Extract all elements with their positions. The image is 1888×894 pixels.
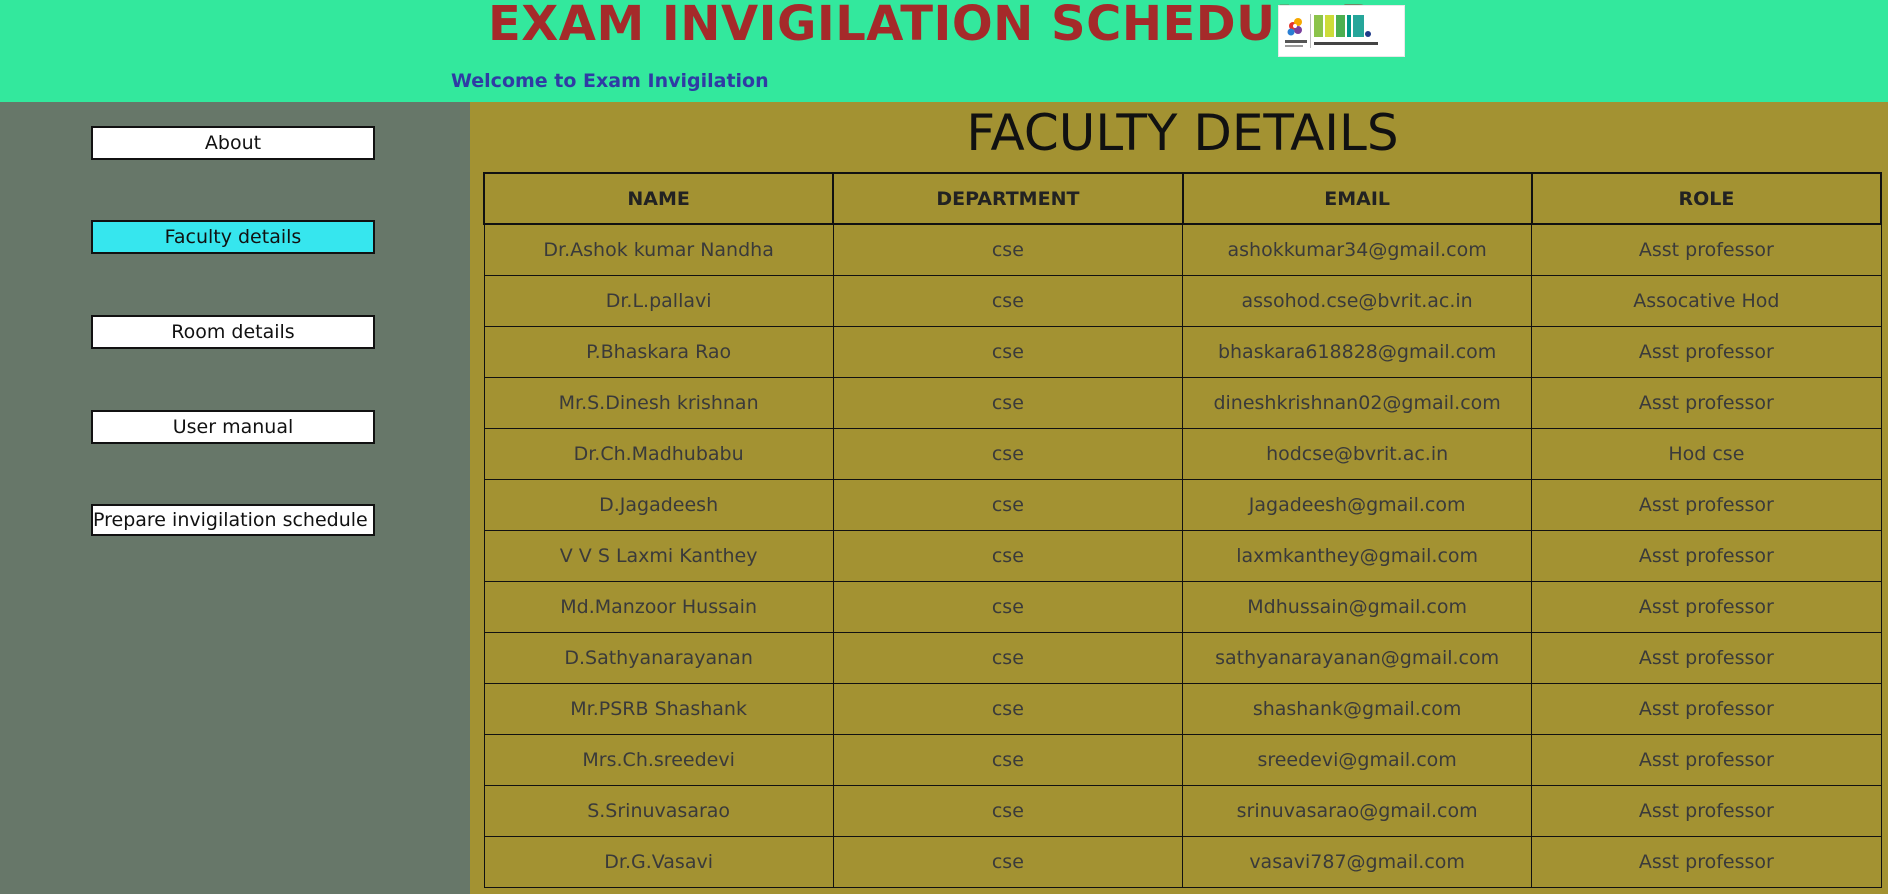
cell-email: laxmkanthey@gmail.com [1181,530,1533,582]
cell-name: Dr.Ch.Madhubabu [483,428,834,480]
column-header-role: ROLE [1530,172,1883,225]
cell-department: cse [832,785,1184,837]
table-row: D.Sathyanarayanan cse sathyanarayanan@gmai… [483,632,1882,684]
table-row: Mr.S.Dinesh krishnan cse dineshkrishnan02@… [483,377,1882,429]
table-row: Dr.G.Vasavi cse vasavi787@gmail.com Asst pr… [483,836,1882,888]
table-row: Mr.PSRB Shashank cse shashank@gmail.com Ass… [483,683,1882,735]
cell-email: ashokkumar34@gmail.com [1181,224,1533,276]
cell-name: Mr.S.Dinesh krishnan [483,377,834,429]
faculty-table: NAME DEPARTMENT EMAIL ROLE Dr.Ashok kuma… [482,172,1883,888]
cell-name: Mrs.Ch.sreedevi [483,734,834,786]
table-row: S.Srinuvasarao cse srinuvasarao@gmail.com A… [483,785,1882,837]
column-header-name: NAME [482,172,835,225]
table-row: Md.Manzoor Hussain cse Mdhussain@gmail.com… [483,581,1882,633]
nav-about-button[interactable]: About [91,126,375,160]
table-row: D.Jagadeesh cse Jagadeesh@gmail.com Asst pr… [483,479,1882,531]
nav-prepare-schedule-button[interactable]: Prepare invigilation schedule [91,504,375,536]
welcome-text: Welcome to Exam Invigilation [451,70,769,92]
cell-email: assohod.cse@bvrit.ac.in [1181,275,1533,327]
cell-department: cse [832,224,1184,276]
cell-name: P.Bhaskara Rao [483,326,834,378]
main-content: FACULTY DETAILS NAME DEPARTMENT EMAIL RO… [470,102,1888,894]
cell-role: Asst professor [1531,785,1882,837]
cell-name: V V S Laxmi Kanthey [483,530,834,582]
cell-role: Asst professor [1531,836,1882,888]
cell-department: cse [832,479,1184,531]
page-title: FACULTY DETAILS [966,104,1399,162]
cell-department: cse [832,275,1184,327]
cell-role: Asst professor [1531,479,1882,531]
bvrit-logo [1278,5,1405,57]
cell-role: Asst professor [1531,683,1882,735]
cell-department: cse [832,428,1184,480]
cell-name: Mr.PSRB Shashank [483,683,834,735]
cell-name: Dr.G.Vasavi [483,836,834,888]
faculty-table-body: Dr.Ashok kumar Nandha cse ashokkumar34@gma… [483,224,1882,888]
cell-name: D.Jagadeesh [483,479,834,531]
cell-email: vasavi787@gmail.com [1181,836,1533,888]
column-header-department: DEPARTMENT [832,172,1184,225]
cell-role: Asst professor [1531,581,1882,633]
cell-role: Asst professor [1531,377,1882,429]
cell-email: Mdhussain@gmail.com [1181,581,1533,633]
column-header-email: EMAIL [1181,172,1533,225]
cell-role: Asst professor [1531,326,1882,378]
nav-room-details-button[interactable]: Room details [91,315,375,349]
app-title: EXAM INVIGILATION SCHEDULER [488,0,1378,52]
cell-email: shashank@gmail.com [1181,683,1533,735]
cell-department: cse [832,377,1184,429]
cell-email: dineshkrishnan02@gmail.com [1181,377,1533,429]
nav-user-manual-button[interactable]: User manual [91,410,375,444]
table-header-row: NAME DEPARTMENT EMAIL ROLE [482,172,1883,225]
cell-name: Md.Manzoor Hussain [483,581,834,633]
table-row: Dr.L.pallavi cse assohod.cse@bvrit.ac.in As… [483,275,1882,327]
cell-name: Dr.L.pallavi [483,275,834,327]
cell-role: Asst professor [1531,224,1882,276]
table-row: P.Bhaskara Rao cse bhaskara618828@gmail.co… [483,326,1882,378]
cell-role: Asst professor [1531,632,1882,684]
cell-department: cse [832,581,1184,633]
cell-name: Dr.Ashok kumar Nandha [483,224,834,276]
table-row: Dr.Ch.Madhubabu cse hodcse@bvrit.ac.in Hod … [483,428,1882,480]
table-row: V V S Laxmi Kanthey cse laxmkanthey@gmail.… [483,530,1882,582]
nav-faculty-details-button[interactable]: Faculty details [91,220,375,254]
cell-email: sathyanarayanan@gmail.com [1181,632,1533,684]
cell-email: sreedevi@gmail.com [1181,734,1533,786]
cell-department: cse [832,734,1184,786]
cell-department: cse [832,683,1184,735]
cell-role: Asst professor [1531,530,1882,582]
table-row: Dr.Ashok kumar Nandha cse ashokkumar34@gma… [483,224,1882,276]
cell-role: Asst professor [1531,734,1882,786]
cell-role: Hod cse [1531,428,1882,480]
cell-name: D.Sathyanarayanan [483,632,834,684]
cell-email: Jagadeesh@gmail.com [1181,479,1533,531]
header: EXAM INVIGILATION SCHEDULER Welcome to E… [0,0,1888,102]
cell-name: S.Srinuvasarao [483,785,834,837]
cell-email: srinuvasarao@gmail.com [1181,785,1533,837]
table-row: Mrs.Ch.sreedevi cse sreedevi@gmail.com Asst… [483,734,1882,786]
sidebar: About Faculty details Room details User … [0,102,470,894]
cell-role: Assocative Hod [1531,275,1882,327]
cell-department: cse [832,530,1184,582]
cell-department: cse [832,632,1184,684]
bvrit-logo-icon [1279,6,1404,56]
cell-email: hodcse@bvrit.ac.in [1181,428,1533,480]
cell-department: cse [832,836,1184,888]
cell-email: bhaskara618828@gmail.com [1181,326,1533,378]
cell-department: cse [832,326,1184,378]
